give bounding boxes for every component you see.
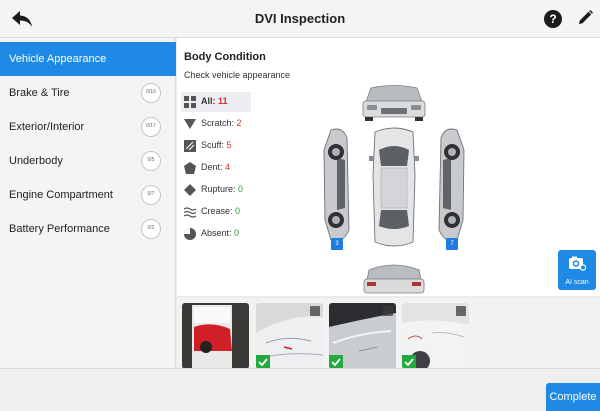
bottom-bar: Complete [0,368,600,411]
photo-strip [177,298,600,369]
sidebar-item-label: Engine Compartment [9,189,113,201]
filter-count: 5 [226,140,232,150]
car-diagram: 3 7 1 [309,80,479,319]
filter-count: 0 [238,184,244,194]
filter-dent[interactable]: Dent: 4 [181,158,251,178]
filter-name: Rupture: [201,184,236,194]
selected-check-icon [256,355,270,369]
category-sidebar: Vehicle Appearance Brake & Tire 0/16 Ext… [0,38,176,368]
help-icon[interactable]: ? [544,10,562,28]
sidebar-item-underbody[interactable]: Underbody 0/5 [0,144,176,178]
camera-icon [569,256,586,271]
grid-icon [184,96,196,108]
filter-name: Crease: [201,206,233,216]
car-rear-view[interactable] [363,264,425,294]
progress-ring: 0/5 [141,151,161,171]
progress-ring: 0/7 [141,185,161,205]
filter-name: Absent: [201,228,232,238]
expand-icon[interactable] [383,306,393,316]
filter-scuff[interactable]: Scuff: 5 [181,136,251,156]
sidebar-item-label: Brake & Tire [9,87,70,99]
absent-pie-icon [184,228,196,240]
car-left-view[interactable] [323,128,350,242]
sidebar-item-battery-performance[interactable]: Battery Performance 0/2 [0,212,176,246]
filter-count: 11 [218,96,228,106]
sidebar-item-brake-tire[interactable]: Brake & Tire 0/16 [0,76,176,110]
filter-name: Scratch: [201,118,235,128]
page-title: DVI Inspection [254,11,346,26]
scuff-square-icon [184,140,196,152]
section-subtitle: Check vehicle appearance [184,70,291,80]
sidebar-item-label: Battery Performance [9,223,110,235]
car-top-view[interactable] [369,127,419,247]
filter-scratch[interactable]: Scratch: 2 [181,114,251,134]
sidebar-item-vehicle-appearance[interactable]: Vehicle Appearance [0,42,176,76]
selected-check-icon [329,355,343,369]
filter-count: 2 [236,118,242,128]
dvi-inspection-app: DVI Inspection ? Vehicle Appearance Brak… [0,0,600,411]
progress-ring: 0/16 [141,83,161,103]
photo-thumbnail[interactable] [256,303,323,369]
photo-thumbnail[interactable] [182,303,249,369]
complete-button[interactable]: Complete [546,383,600,411]
filter-rupture[interactable]: Rupture: 0 [181,180,251,200]
filter-absent[interactable]: Absent: 0 [181,224,251,244]
sidebar-item-engine-compartment[interactable]: Engine Compartment 0/7 [0,178,176,212]
filter-count: 4 [225,162,231,172]
sidebar-item-exterior-interior[interactable]: Exterior/Interior 0/17 [0,110,176,144]
ai-scan-button[interactable]: AI scan [558,250,596,290]
rupture-diamond-icon [184,184,196,196]
filter-label: Dent: 4 [201,162,230,172]
body-condition-panel: Body Condition Check vehicle appearance … [177,38,600,319]
filter-crease[interactable]: Crease: 0 [181,202,251,222]
car-right-view[interactable] [438,128,465,242]
filter-name: Dent: [201,162,223,172]
selected-check-icon [402,355,416,369]
section-title: Body Condition [184,51,266,63]
damage-count-badge[interactable]: 3 [331,238,343,250]
filter-label: Scuff: 5 [201,140,231,150]
filter-name: All: [201,96,216,106]
filter-label: Rupture: 0 [201,184,243,194]
filter-label: All: 11 [201,96,228,106]
filter-label: Crease: 0 [201,206,240,216]
pencil-icon[interactable] [576,9,594,27]
expand-icon[interactable] [236,306,246,316]
filter-count: 0 [234,228,240,238]
scratch-triangle-icon [184,119,196,129]
progress-ring: 0/2 [141,219,161,239]
car-views-illustration [323,85,465,294]
crease-waves-icon [184,207,196,218]
ai-scan-label: AI scan [565,279,589,286]
photo-thumbnail[interactable] [329,303,396,369]
car-front-view[interactable] [362,85,426,122]
filter-name: Scuff: [201,140,224,150]
filter-label: Scratch: 2 [201,118,242,128]
sidebar-item-label: Underbody [9,155,63,167]
top-bar: DVI Inspection ? [0,0,600,38]
sidebar-item-label: Exterior/Interior [9,121,85,133]
sidebar-item-label: Vehicle Appearance [9,53,107,65]
dent-pentagon-icon [184,162,196,174]
filter-label: Absent: 0 [201,228,239,238]
filter-all[interactable]: All: 11 [181,92,251,112]
expand-icon[interactable] [310,306,320,316]
damage-count-badge[interactable]: 7 [446,238,458,250]
photo-thumbnail[interactable] [402,303,469,369]
progress-ring: 0/17 [141,117,161,137]
filter-count: 0 [235,206,241,216]
expand-icon[interactable] [456,306,466,316]
